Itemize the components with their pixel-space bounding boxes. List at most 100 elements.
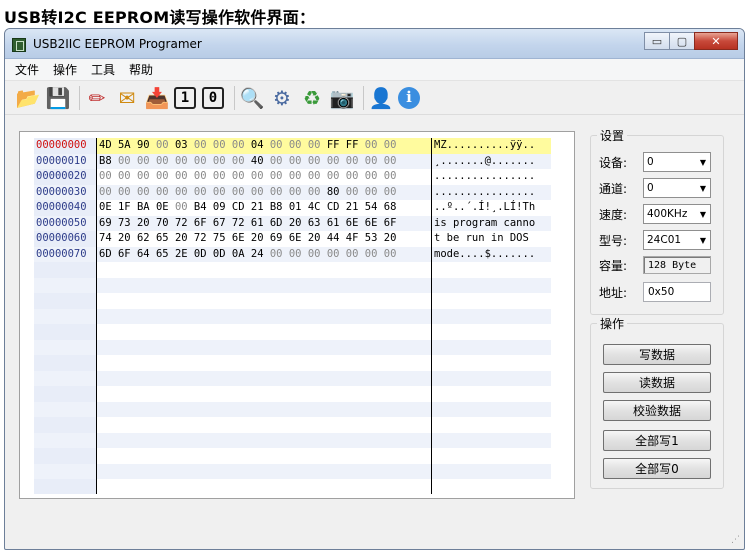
open-folder-icon[interactable]: 📂 <box>15 85 41 111</box>
hex-byte[interactable]: 00 <box>194 155 207 167</box>
hex-byte[interactable]: 00 <box>270 155 283 167</box>
hex-byte[interactable]: 00 <box>137 170 150 182</box>
title-bar[interactable]: USB2IIC EEPROM Programer ▭ ▢ ✕ <box>5 29 744 59</box>
hex-byte[interactable]: 53 <box>365 232 378 244</box>
hex-byte[interactable]: 00 <box>156 170 169 182</box>
hex-byte[interactable]: 00 <box>232 155 245 167</box>
hex-bytes-row[interactable] <box>97 479 431 495</box>
hex-byte[interactable]: 00 <box>289 155 302 167</box>
minimize-button[interactable]: ▭ <box>644 32 670 50</box>
hex-byte[interactable]: BA <box>137 201 150 213</box>
hex-byte[interactable]: 00 <box>289 139 302 151</box>
write-zero-icon[interactable]: 0 <box>202 86 224 109</box>
hex-byte[interactable]: 00 <box>289 170 302 182</box>
hex-byte[interactable]: 5A <box>118 139 131 151</box>
menu-help[interactable]: 帮助 <box>129 61 153 78</box>
refresh-icon[interactable]: ♻ <box>299 85 325 111</box>
hex-byte[interactable]: 6E <box>289 232 302 244</box>
hex-bytes-row[interactable]: 69 73 20 70 72 6F 67 72 61 6D 20 63 61 6… <box>97 215 431 231</box>
hex-byte[interactable]: 00 <box>384 139 397 151</box>
ascii-row[interactable]: ..º..´.Í!¸.LÍ!Th <box>432 200 551 216</box>
ascii-column[interactable]: MZ..........ÿÿ.. ¸.......@...............… <box>432 138 551 494</box>
user-icon[interactable]: 👤 <box>368 85 394 111</box>
hex-byte[interactable]: 21 <box>251 201 264 213</box>
ascii-row[interactable] <box>432 339 551 355</box>
hex-byte[interactable]: 20 <box>118 232 131 244</box>
ascii-row[interactable] <box>432 401 551 417</box>
hex-byte[interactable]: 00 <box>194 186 207 198</box>
hex-byte[interactable]: 68 <box>384 201 397 213</box>
ascii-row[interactable] <box>432 262 551 278</box>
settings-info-icon[interactable]: ⚙ <box>269 85 295 111</box>
hex-bytes-row[interactable]: 00 00 00 00 00 00 00 00 00 00 00 00 00 0… <box>97 169 431 185</box>
hex-byte[interactable]: 74 <box>99 232 112 244</box>
ascii-row[interactable]: t be run in DOS <box>432 231 551 247</box>
hex-byte[interactable]: 20 <box>384 232 397 244</box>
hex-byte[interactable]: B8 <box>99 155 112 167</box>
ascii-row[interactable]: ................ <box>432 169 551 185</box>
hex-byte[interactable]: 69 <box>270 232 283 244</box>
speed-select[interactable]: 400KHz ▼ <box>643 204 711 224</box>
hex-byte[interactable]: 00 <box>137 186 150 198</box>
hex-byte[interactable]: FF <box>327 139 340 151</box>
hex-byte[interactable]: CD <box>327 201 340 213</box>
ascii-row[interactable]: MZ..........ÿÿ.. <box>432 138 551 154</box>
hex-byte[interactable]: 00 <box>308 170 321 182</box>
hex-byte[interactable]: 20 <box>308 232 321 244</box>
hex-byte[interactable]: FF <box>346 139 359 151</box>
hex-byte[interactable]: 00 <box>308 155 321 167</box>
ascii-row[interactable] <box>432 417 551 433</box>
hex-bytes-row[interactable] <box>97 401 431 417</box>
hex-byte[interactable]: 72 <box>194 232 207 244</box>
write-data-button[interactable]: 写数据 <box>603 344 711 365</box>
menu-file[interactable]: 文件 <box>15 61 39 78</box>
hex-byte[interactable]: 6E <box>232 232 245 244</box>
hex-bytes-row[interactable] <box>97 448 431 464</box>
hex-grid[interactable]: 00000000 00000010 00000020 00000030 00000040… <box>34 138 551 494</box>
hex-byte[interactable]: 61 <box>327 217 340 229</box>
hex-byte[interactable]: 00 <box>327 248 340 260</box>
hex-byte[interactable]: 0E <box>99 201 112 213</box>
hex-byte[interactable]: 00 <box>289 186 302 198</box>
hex-bytes-row[interactable] <box>97 262 431 278</box>
hex-byte[interactable]: 69 <box>99 217 112 229</box>
hex-byte[interactable]: 20 <box>251 232 264 244</box>
hex-byte[interactable]: 6F <box>118 248 131 260</box>
hex-byte[interactable]: 6D <box>99 248 112 260</box>
hex-byte[interactable]: 00 <box>232 186 245 198</box>
hex-bytes-row[interactable] <box>97 417 431 433</box>
hex-byte[interactable]: 90 <box>137 139 150 151</box>
write-all-one-button[interactable]: 全部写1 <box>603 430 711 451</box>
hex-byte[interactable]: 6E <box>365 217 378 229</box>
bytes-column[interactable]: 4D 5A 90 00 03 00 00 00 04 00 00 00 FF F… <box>96 138 432 494</box>
hex-byte[interactable]: 00 <box>213 170 226 182</box>
hex-byte[interactable]: 00 <box>365 139 378 151</box>
hex-byte[interactable]: 61 <box>251 217 264 229</box>
hex-byte[interactable]: 80 <box>327 186 340 198</box>
hex-byte[interactable]: 00 <box>156 139 169 151</box>
hex-byte[interactable]: 00 <box>251 186 264 198</box>
hex-byte[interactable]: 00 <box>99 170 112 182</box>
hex-byte[interactable]: 24 <box>251 248 264 260</box>
hex-byte[interactable]: 09 <box>213 201 226 213</box>
hex-byte[interactable]: 00 <box>346 186 359 198</box>
hex-byte[interactable]: 00 <box>251 170 264 182</box>
maximize-button[interactable]: ▢ <box>669 32 695 50</box>
hex-byte[interactable]: 64 <box>137 248 150 260</box>
hex-byte[interactable]: 04 <box>251 139 264 151</box>
ascii-row[interactable]: ¸.......@....... <box>432 153 551 169</box>
hex-bytes-row[interactable] <box>97 386 431 402</box>
hex-byte[interactable]: 4D <box>99 139 112 151</box>
hex-byte[interactable]: 00 <box>213 139 226 151</box>
hex-byte[interactable]: 00 <box>308 186 321 198</box>
hex-bytes-row[interactable] <box>97 293 431 309</box>
ascii-row[interactable] <box>432 277 551 293</box>
hex-bytes-row[interactable] <box>97 463 431 479</box>
hex-byte[interactable]: 00 <box>213 186 226 198</box>
hex-byte[interactable]: B8 <box>270 201 283 213</box>
menu-tools[interactable]: 工具 <box>91 61 115 78</box>
hex-editor[interactable]: 00000000 00000010 00000020 00000030 00000040… <box>19 131 575 499</box>
hex-byte[interactable]: 40 <box>251 155 264 167</box>
hex-byte[interactable]: 4F <box>346 232 359 244</box>
hex-bytes-row[interactable]: 6D 6F 64 65 2E 0D 0D 0A 24 00 00 00 00 0… <box>97 246 431 262</box>
